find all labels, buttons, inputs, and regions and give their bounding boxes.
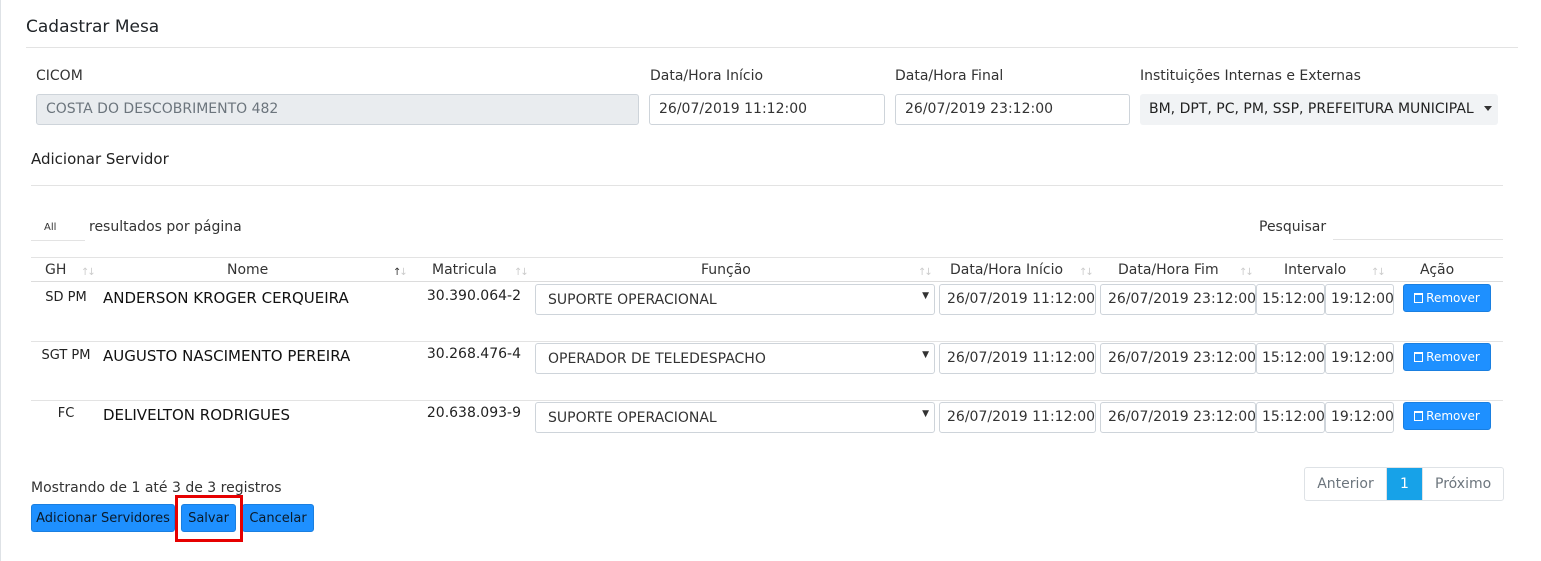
pager-page-1[interactable]: 1 bbox=[1387, 468, 1422, 500]
row-divider bbox=[31, 341, 1503, 342]
chevron-down-icon: ▼ bbox=[922, 291, 929, 301]
instituicoes-select[interactable]: BM, DPT, PC, PM, SSP, PREFEITURA MUNICIP… bbox=[1140, 94, 1498, 125]
cell-matricula: 30.390.064-2 bbox=[426, 288, 521, 304]
inicio-input[interactable]: 26/07/2019 11:12:00 bbox=[939, 402, 1096, 433]
cell-nome: ANDERSON KROGER CERQUEIRA bbox=[103, 289, 349, 307]
funcao-select[interactable]: SUPORTE OPERACIONAL ▼ bbox=[535, 402, 935, 433]
sort-icon: ↑↓ bbox=[514, 267, 529, 278]
section-divider bbox=[31, 185, 1503, 186]
chevron-down-icon: ▼ bbox=[922, 350, 929, 360]
fim-input[interactable]: 26/07/2019 23:12:00 bbox=[1100, 343, 1256, 374]
remove-button[interactable]: Remover bbox=[1403, 284, 1491, 312]
intervalo-inicio-input[interactable]: 15:12:00 bbox=[1256, 343, 1325, 374]
page-left-border bbox=[0, 0, 1, 561]
sort-icon: ↑↓ bbox=[918, 267, 933, 278]
trash-icon bbox=[1414, 352, 1424, 362]
intervalo-inicio-input[interactable]: 15:12:00 bbox=[1256, 402, 1325, 433]
inicio-label: Data/Hora Início bbox=[650, 68, 764, 84]
sort-icon: ↑↓ bbox=[1371, 267, 1386, 278]
add-servers-button[interactable]: Adicionar Servidores bbox=[31, 504, 175, 532]
th-fim[interactable]: Data/Hora Fim bbox=[1118, 262, 1219, 278]
page-length-label: resultados por página bbox=[89, 219, 242, 235]
inicio-input[interactable]: 26/07/2019 11:12:00 bbox=[939, 284, 1096, 315]
remove-button[interactable]: Remover bbox=[1403, 343, 1491, 371]
row-divider bbox=[31, 400, 1503, 401]
cicom-field: COSTA DO DESCOBRIMENTO 482 bbox=[36, 94, 639, 125]
table-info: Mostrando de 1 até 3 de 3 registros bbox=[31, 480, 282, 496]
final-label: Data/Hora Final bbox=[895, 68, 1004, 84]
save-highlight-box bbox=[175, 495, 243, 542]
sort-icon: ↑↓ bbox=[81, 267, 96, 278]
page-title: Cadastrar Mesa bbox=[26, 17, 160, 37]
pager-next[interactable]: Próximo bbox=[1422, 468, 1503, 500]
cicom-label: CICOM bbox=[36, 68, 83, 84]
instituicoes-label: Instituições Internas e Externas bbox=[1140, 68, 1361, 84]
sort-icon: ↑↓ bbox=[1239, 267, 1254, 278]
remove-label: Remover bbox=[1426, 350, 1480, 364]
th-nome[interactable]: Nome bbox=[227, 262, 268, 278]
trash-icon bbox=[1414, 293, 1424, 303]
th-intervalo[interactable]: Intervalo bbox=[1284, 262, 1346, 278]
funcao-value: OPERADOR DE TELEDESPACHO bbox=[548, 351, 766, 367]
chevron-down-icon: ▼ bbox=[922, 409, 929, 419]
fim-input[interactable]: 26/07/2019 23:12:00 bbox=[1100, 402, 1256, 433]
section-title: Adicionar Servidor bbox=[31, 150, 169, 168]
intervalo-fim-input[interactable]: 19:12:00 bbox=[1325, 284, 1394, 315]
intervalo-inicio-input[interactable]: 15:12:00 bbox=[1256, 284, 1325, 315]
final-field[interactable]: 26/07/2019 23:12:00 bbox=[895, 94, 1130, 125]
cell-gh: FC bbox=[57, 406, 75, 421]
cell-gh: SGT PM bbox=[41, 348, 91, 363]
th-matricula[interactable]: Matricula bbox=[432, 262, 497, 278]
cancel-button[interactable]: Cancelar bbox=[242, 504, 314, 532]
cell-gh: SD PM bbox=[45, 290, 87, 305]
inicio-field[interactable]: 26/07/2019 11:12:00 bbox=[649, 94, 885, 125]
funcao-select[interactable]: OPERADOR DE TELEDESPACHO ▼ bbox=[535, 343, 935, 374]
intervalo-fim-input[interactable]: 19:12:00 bbox=[1325, 402, 1394, 433]
title-divider bbox=[26, 47, 1518, 48]
pager-prev[interactable]: Anterior bbox=[1305, 468, 1387, 500]
trash-icon bbox=[1414, 411, 1424, 421]
remove-label: Remover bbox=[1426, 409, 1480, 423]
fim-input[interactable]: 26/07/2019 23:12:00 bbox=[1100, 284, 1256, 315]
table-header: GH ↑↓ Nome ↑↓ Matricula ↑↓ Função ↑↓ Dat… bbox=[31, 257, 1503, 282]
intervalo-fim-input[interactable]: 19:12:00 bbox=[1325, 343, 1394, 374]
th-gh[interactable]: GH bbox=[45, 262, 66, 278]
cell-matricula: 30.268.476-4 bbox=[426, 346, 521, 362]
instituicoes-value: BM, DPT, PC, PM, SSP, PREFEITURA MUNICIP… bbox=[1149, 101, 1474, 117]
cell-matricula: 20.638.093-9 bbox=[426, 405, 521, 421]
search-input[interactable] bbox=[1333, 215, 1503, 240]
sort-asc-icon: ↑↓ bbox=[393, 267, 408, 278]
th-inicio[interactable]: Data/Hora Início bbox=[950, 262, 1063, 278]
caret-down-icon bbox=[1484, 106, 1492, 111]
inicio-input[interactable]: 26/07/2019 11:12:00 bbox=[939, 343, 1096, 374]
th-acao: Ação bbox=[1420, 262, 1455, 278]
pagination: Anterior 1 Próximo bbox=[1304, 467, 1504, 501]
sort-icon: ↑↓ bbox=[1079, 267, 1094, 278]
funcao-select[interactable]: SUPORTE OPERACIONAL ▼ bbox=[535, 284, 935, 315]
cell-nome: AUGUSTO NASCIMENTO PEREIRA bbox=[103, 347, 351, 365]
search-label: Pesquisar bbox=[1259, 219, 1327, 235]
remove-button[interactable]: Remover bbox=[1403, 402, 1491, 430]
funcao-value: SUPORTE OPERACIONAL bbox=[548, 292, 717, 308]
funcao-value: SUPORTE OPERACIONAL bbox=[548, 410, 717, 426]
page-length-select[interactable]: All bbox=[31, 217, 85, 241]
remove-label: Remover bbox=[1426, 291, 1480, 305]
cell-nome: DELIVELTON RODRIGUES bbox=[103, 406, 291, 424]
th-funcao[interactable]: Função bbox=[701, 262, 751, 278]
